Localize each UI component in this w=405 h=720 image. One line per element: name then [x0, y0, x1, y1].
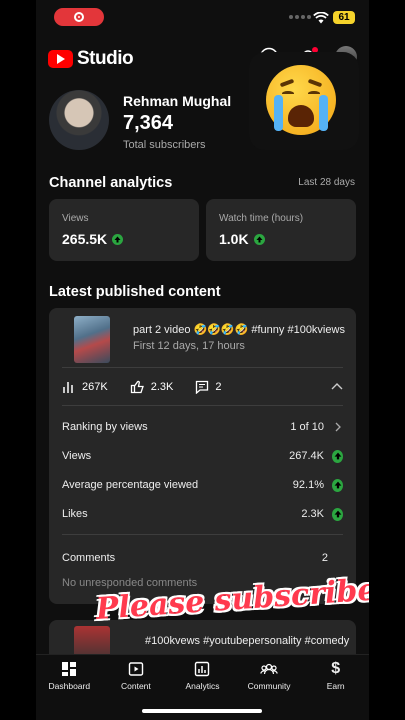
- likes-stat: 2.3K: [130, 379, 174, 394]
- trend-up-icon: [112, 233, 124, 245]
- metric-value: 267.4K: [289, 450, 324, 462]
- latest-content-title: Latest published content: [49, 284, 221, 300]
- views-value-row: 265.5K: [62, 231, 124, 247]
- trend-up-icon: [332, 507, 343, 521]
- comments-stat-value: 2: [215, 380, 222, 393]
- metric-value: 2.3K: [301, 508, 324, 520]
- divider: [62, 534, 343, 535]
- thumbs-up-icon: [130, 380, 144, 394]
- watch-time-value-row: 1.0K: [219, 231, 265, 247]
- earn-icon: $: [331, 660, 341, 677]
- trend-up-icon: [253, 233, 265, 245]
- record-icon: [74, 12, 84, 22]
- nav-label: Dashboard: [48, 681, 91, 691]
- divider: [62, 367, 343, 368]
- metric-value: 1 of 10: [290, 421, 324, 433]
- video-stats-row: 267K 2.3K 2: [62, 379, 243, 394]
- crying-face-icon: [266, 65, 336, 135]
- nav-label: Content: [121, 681, 151, 691]
- trend-up-icon: [332, 449, 343, 463]
- channel-name: Rehman Mughal: [123, 93, 232, 109]
- views-metric-row: Views 267.4K: [62, 447, 343, 465]
- nav-dashboard[interactable]: Dashboard: [36, 661, 102, 720]
- subscriber-label: Total subscribers: [123, 139, 206, 151]
- comments-row[interactable]: Comments 2: [62, 549, 343, 567]
- content-icon: [128, 661, 144, 677]
- bar-chart-icon: [63, 381, 73, 393]
- likes-stat-value: 2.3K: [150, 380, 174, 393]
- views-value: 265.5K: [62, 231, 108, 247]
- nav-label: Earn: [326, 681, 345, 691]
- community-icon: [260, 661, 278, 677]
- views-stat-value: 267K: [82, 380, 108, 393]
- comments-value: 2: [321, 552, 328, 564]
- video-title[interactable]: #100kvews #youtubepersonality #comedy: [145, 635, 350, 647]
- analytics-icon: [194, 661, 210, 677]
- chevron-right-icon: [332, 422, 343, 432]
- metric-label: Ranking by views: [62, 421, 148, 433]
- nav-label: Analytics: [185, 681, 220, 691]
- crying-emoji-sticker: [249, 52, 359, 150]
- comment-icon: [196, 380, 209, 394]
- logo-text: Studio: [77, 48, 134, 69]
- watch-time-card[interactable]: Watch time (hours) 1.0K: [206, 199, 356, 261]
- status-bar: 61: [36, 0, 369, 34]
- youtube-play-icon: [48, 50, 73, 68]
- ranking-row[interactable]: Ranking by views 1 of 10: [62, 418, 343, 436]
- video-age: First 12 days, 17 hours: [133, 340, 245, 352]
- analytics-title[interactable]: Channel analytics: [49, 175, 172, 191]
- likes-metric-row: Likes 2.3K: [62, 505, 343, 523]
- analytics-range: Last 28 days: [298, 177, 355, 188]
- metric-label: Average percentage viewed: [62, 479, 199, 491]
- divider: [62, 405, 343, 406]
- avg-viewed-row: Average percentage viewed 92.1%: [62, 476, 343, 494]
- channel-avatar[interactable]: [49, 90, 109, 150]
- chevron-up-icon[interactable]: [331, 382, 343, 390]
- home-indicator[interactable]: [142, 709, 262, 713]
- trend-up-icon: [332, 478, 343, 492]
- dashboard-icon: [61, 661, 77, 677]
- video-title[interactable]: part 2 video 🤣🤣🤣🤣 #funny #100kviews: [133, 323, 345, 336]
- wifi-icon: [313, 12, 329, 24]
- watch-time-value: 1.0K: [219, 231, 249, 247]
- comments-stat: 2: [195, 380, 221, 394]
- subscriber-count: 7,364: [123, 112, 174, 134]
- metric-label: Views: [62, 450, 92, 462]
- watch-time-label: Watch time (hours): [219, 213, 304, 224]
- battery-indicator: 61: [333, 11, 355, 24]
- metric-label: Likes: [62, 508, 88, 520]
- studio-logo[interactable]: Studio: [48, 48, 134, 70]
- comments-label: Comments: [62, 552, 116, 564]
- nav-earn[interactable]: $ Earn: [303, 660, 369, 720]
- screen-recording-indicator[interactable]: [54, 8, 104, 26]
- views-label: Views: [62, 213, 89, 224]
- metric-value: 92.1%: [292, 479, 324, 491]
- views-stat: 267K: [62, 380, 108, 394]
- latest-video-card[interactable]: part 2 video 🤣🤣🤣🤣 #funny #100kviews Firs…: [49, 308, 356, 604]
- views-card[interactable]: Views 265.5K: [49, 199, 199, 261]
- video-thumbnail[interactable]: [74, 316, 110, 363]
- signal-icon: [289, 15, 311, 19]
- nav-label: Community: [247, 681, 291, 691]
